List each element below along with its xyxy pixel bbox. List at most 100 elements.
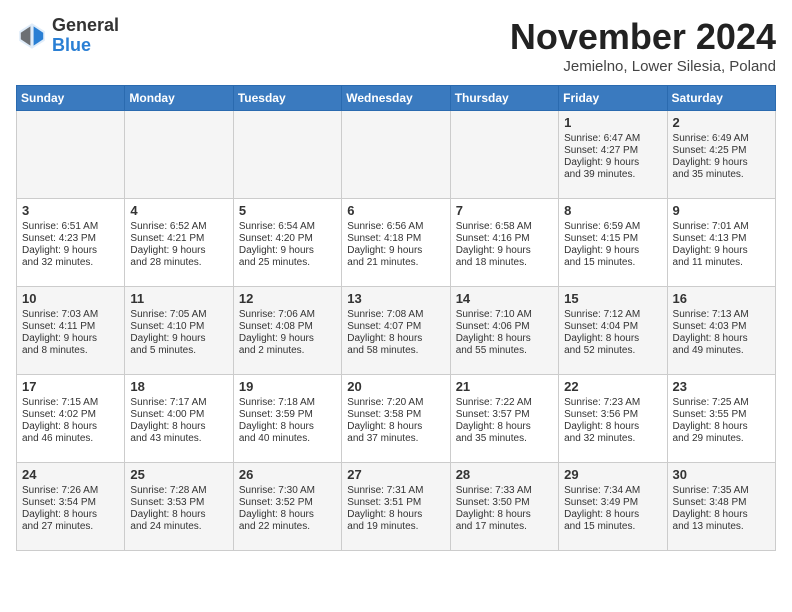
location: Jemielno, Lower Silesia, Poland: [510, 58, 776, 75]
day-info: Sunrise: 7:20 AM Sunset: 3:58 PM Dayligh…: [347, 397, 423, 444]
day-info: Sunrise: 7:06 AM Sunset: 4:08 PM Dayligh…: [239, 309, 315, 356]
day-number: 30: [673, 467, 770, 482]
calendar-day-cell: [125, 111, 233, 199]
day-number: 28: [456, 467, 553, 482]
calendar-day-cell: 25Sunrise: 7:28 AM Sunset: 3:53 PM Dayli…: [125, 463, 233, 551]
calendar-day-cell: 10Sunrise: 7:03 AM Sunset: 4:11 PM Dayli…: [17, 287, 125, 375]
day-info: Sunrise: 7:22 AM Sunset: 3:57 PM Dayligh…: [456, 397, 532, 444]
calendar-day-cell: 23 Sunrise: 7:25 AM Sunset: 3:55 PM Dayli…: [667, 375, 775, 463]
day-number: 20: [347, 379, 444, 394]
day-info: Sunrise: 7:25 AM Sunset: 3:55 PM Dayligh…: [673, 397, 749, 444]
weekday-header-cell: Tuesday: [233, 86, 341, 111]
day-info: Sunrise: 7:35 AM Sunset: 3:48 PM Dayligh…: [673, 485, 749, 532]
day-number: 8: [564, 203, 661, 218]
calendar-day-cell: 28Sunrise: 7:33 AM Sunset: 3:50 PM Dayli…: [450, 463, 558, 551]
day-info: Sunrise: 7:34 AM Sunset: 3:49 PM Dayligh…: [564, 485, 640, 532]
day-info: Sunrise: 7:23 AM Sunset: 3:56 PM Dayligh…: [564, 397, 640, 444]
day-number: 26: [239, 467, 336, 482]
calendar-day-cell: 26 Sunrise: 7:30 AM Sunset: 3:52 PM Dayli…: [233, 463, 341, 551]
calendar-day-cell: 21 Sunrise: 7:22 AM Sunset: 3:57 PM Dayli…: [450, 375, 558, 463]
calendar-day-cell: 2 Sunrise: 6:49 AM Sunset: 4:25 PM Daylig…: [667, 111, 775, 199]
logo-icon: [16, 20, 48, 52]
weekday-header-cell: Thursday: [450, 86, 558, 111]
weekday-header-cell: Saturday: [667, 86, 775, 111]
day-info: Sunrise: 6:49 AM Sunset: 4:25 PM Dayligh…: [673, 133, 749, 180]
day-info: Sunrise: 7:15 AM Sunset: 4:02 PM Dayligh…: [22, 397, 98, 444]
weekday-header-cell: Monday: [125, 86, 233, 111]
day-number: 21: [456, 379, 553, 394]
calendar-day-cell: 24 Sunrise: 7:26 AM Sunset: 3:54 PM Dayli…: [17, 463, 125, 551]
day-number: 7: [456, 203, 553, 218]
calendar-day-cell: 13 Sunrise: 7:08 AM Sunset: 4:07 PM Dayli…: [342, 287, 450, 375]
calendar-day-cell: 7Sunrise: 6:58 AM Sunset: 4:16 PM Daylig…: [450, 199, 558, 287]
day-number: 18: [130, 379, 227, 394]
day-info: Sunrise: 6:51 AM Sunset: 4:23 PM Dayligh…: [22, 221, 98, 268]
calendar-week-row: 10Sunrise: 7:03 AM Sunset: 4:11 PM Dayli…: [17, 287, 776, 375]
day-info: Sunrise: 7:17 AM Sunset: 4:00 PM Dayligh…: [130, 397, 206, 444]
day-info: Sunrise: 7:30 AM Sunset: 3:52 PM Dayligh…: [239, 485, 315, 532]
day-info: Sunrise: 6:54 AM Sunset: 4:20 PM Dayligh…: [239, 221, 315, 268]
day-number: 11: [130, 291, 227, 306]
day-number: 23: [673, 379, 770, 394]
day-number: 5: [239, 203, 336, 218]
day-info: Sunrise: 6:56 AM Sunset: 4:18 PM Dayligh…: [347, 221, 423, 268]
calendar-day-cell: 3 Sunrise: 6:51 AM Sunset: 4:23 PM Daylig…: [17, 199, 125, 287]
calendar-day-cell: 17 Sunrise: 7:15 AM Sunset: 4:02 PM Dayli…: [17, 375, 125, 463]
logo-blue: Blue: [52, 35, 91, 55]
calendar-day-cell: 22 Sunrise: 7:23 AM Sunset: 3:56 PM Dayli…: [559, 375, 667, 463]
day-info: Sunrise: 7:10 AM Sunset: 4:06 PM Dayligh…: [456, 309, 532, 356]
logo: General Blue: [16, 16, 119, 56]
day-info: Sunrise: 6:52 AM Sunset: 4:21 PM Dayligh…: [130, 221, 206, 268]
day-info: Sunrise: 6:47 AM Sunset: 4:27 PM Dayligh…: [564, 133, 640, 180]
day-number: 16: [673, 291, 770, 306]
day-info: Sunrise: 7:18 AM Sunset: 3:59 PM Dayligh…: [239, 397, 315, 444]
calendar-body: 1 Sunrise: 6:47 AM Sunset: 4:27 PM Daylig…: [17, 111, 776, 551]
day-number: 2: [673, 115, 770, 130]
calendar-day-cell: 1 Sunrise: 6:47 AM Sunset: 4:27 PM Daylig…: [559, 111, 667, 199]
day-number: 29: [564, 467, 661, 482]
day-number: 12: [239, 291, 336, 306]
day-number: 9: [673, 203, 770, 218]
calendar-day-cell: 11Sunrise: 7:05 AM Sunset: 4:10 PM Dayli…: [125, 287, 233, 375]
logo-general: General: [52, 15, 119, 35]
calendar-day-cell: 15Sunrise: 7:12 AM Sunset: 4:04 PM Dayli…: [559, 287, 667, 375]
day-number: 19: [239, 379, 336, 394]
calendar-day-cell: [17, 111, 125, 199]
calendar-day-cell: 27 Sunrise: 7:31 AM Sunset: 3:51 PM Dayli…: [342, 463, 450, 551]
calendar-day-cell: 18 Sunrise: 7:17 AM Sunset: 4:00 PM Dayli…: [125, 375, 233, 463]
day-number: 17: [22, 379, 119, 394]
calendar-day-cell: 14Sunrise: 7:10 AM Sunset: 4:06 PM Dayli…: [450, 287, 558, 375]
weekday-header-row: SundayMondayTuesdayWednesdayThursdayFrid…: [17, 86, 776, 111]
day-number: 27: [347, 467, 444, 482]
day-number: 3: [22, 203, 119, 218]
calendar-day-cell: 12 Sunrise: 7:06 AM Sunset: 4:08 PM Dayli…: [233, 287, 341, 375]
calendar-week-row: 3 Sunrise: 6:51 AM Sunset: 4:23 PM Daylig…: [17, 199, 776, 287]
calendar-day-cell: [233, 111, 341, 199]
calendar-day-cell: 20 Sunrise: 7:20 AM Sunset: 3:58 PM Dayli…: [342, 375, 450, 463]
weekday-header-cell: Sunday: [17, 86, 125, 111]
day-number: 22: [564, 379, 661, 394]
calendar-day-cell: 9Sunrise: 7:01 AM Sunset: 4:13 PM Daylig…: [667, 199, 775, 287]
day-number: 24: [22, 467, 119, 482]
calendar-day-cell: 30 Sunrise: 7:35 AM Sunset: 3:48 PM Dayli…: [667, 463, 775, 551]
day-number: 1: [564, 115, 661, 130]
day-info: Sunrise: 7:26 AM Sunset: 3:54 PM Dayligh…: [22, 485, 98, 532]
calendar-week-row: 1 Sunrise: 6:47 AM Sunset: 4:27 PM Daylig…: [17, 111, 776, 199]
day-info: Sunrise: 7:31 AM Sunset: 3:51 PM Dayligh…: [347, 485, 423, 532]
weekday-header-cell: Friday: [559, 86, 667, 111]
calendar-day-cell: 16 Sunrise: 7:13 AM Sunset: 4:03 PM Dayli…: [667, 287, 775, 375]
day-number: 15: [564, 291, 661, 306]
day-number: 10: [22, 291, 119, 306]
calendar-day-cell: [450, 111, 558, 199]
month-title: November 2024: [510, 16, 776, 58]
calendar-day-cell: 5 Sunrise: 6:54 AM Sunset: 4:20 PM Daylig…: [233, 199, 341, 287]
calendar-table: SundayMondayTuesdayWednesdayThursdayFrid…: [16, 85, 776, 551]
day-number: 25: [130, 467, 227, 482]
day-info: Sunrise: 7:08 AM Sunset: 4:07 PM Dayligh…: [347, 309, 423, 356]
day-number: 13: [347, 291, 444, 306]
day-info: Sunrise: 6:59 AM Sunset: 4:15 PM Dayligh…: [564, 221, 640, 268]
day-number: 4: [130, 203, 227, 218]
weekday-header-cell: Wednesday: [342, 86, 450, 111]
logo-text: General Blue: [52, 16, 119, 56]
day-info: Sunrise: 7:13 AM Sunset: 4:03 PM Dayligh…: [673, 309, 749, 356]
